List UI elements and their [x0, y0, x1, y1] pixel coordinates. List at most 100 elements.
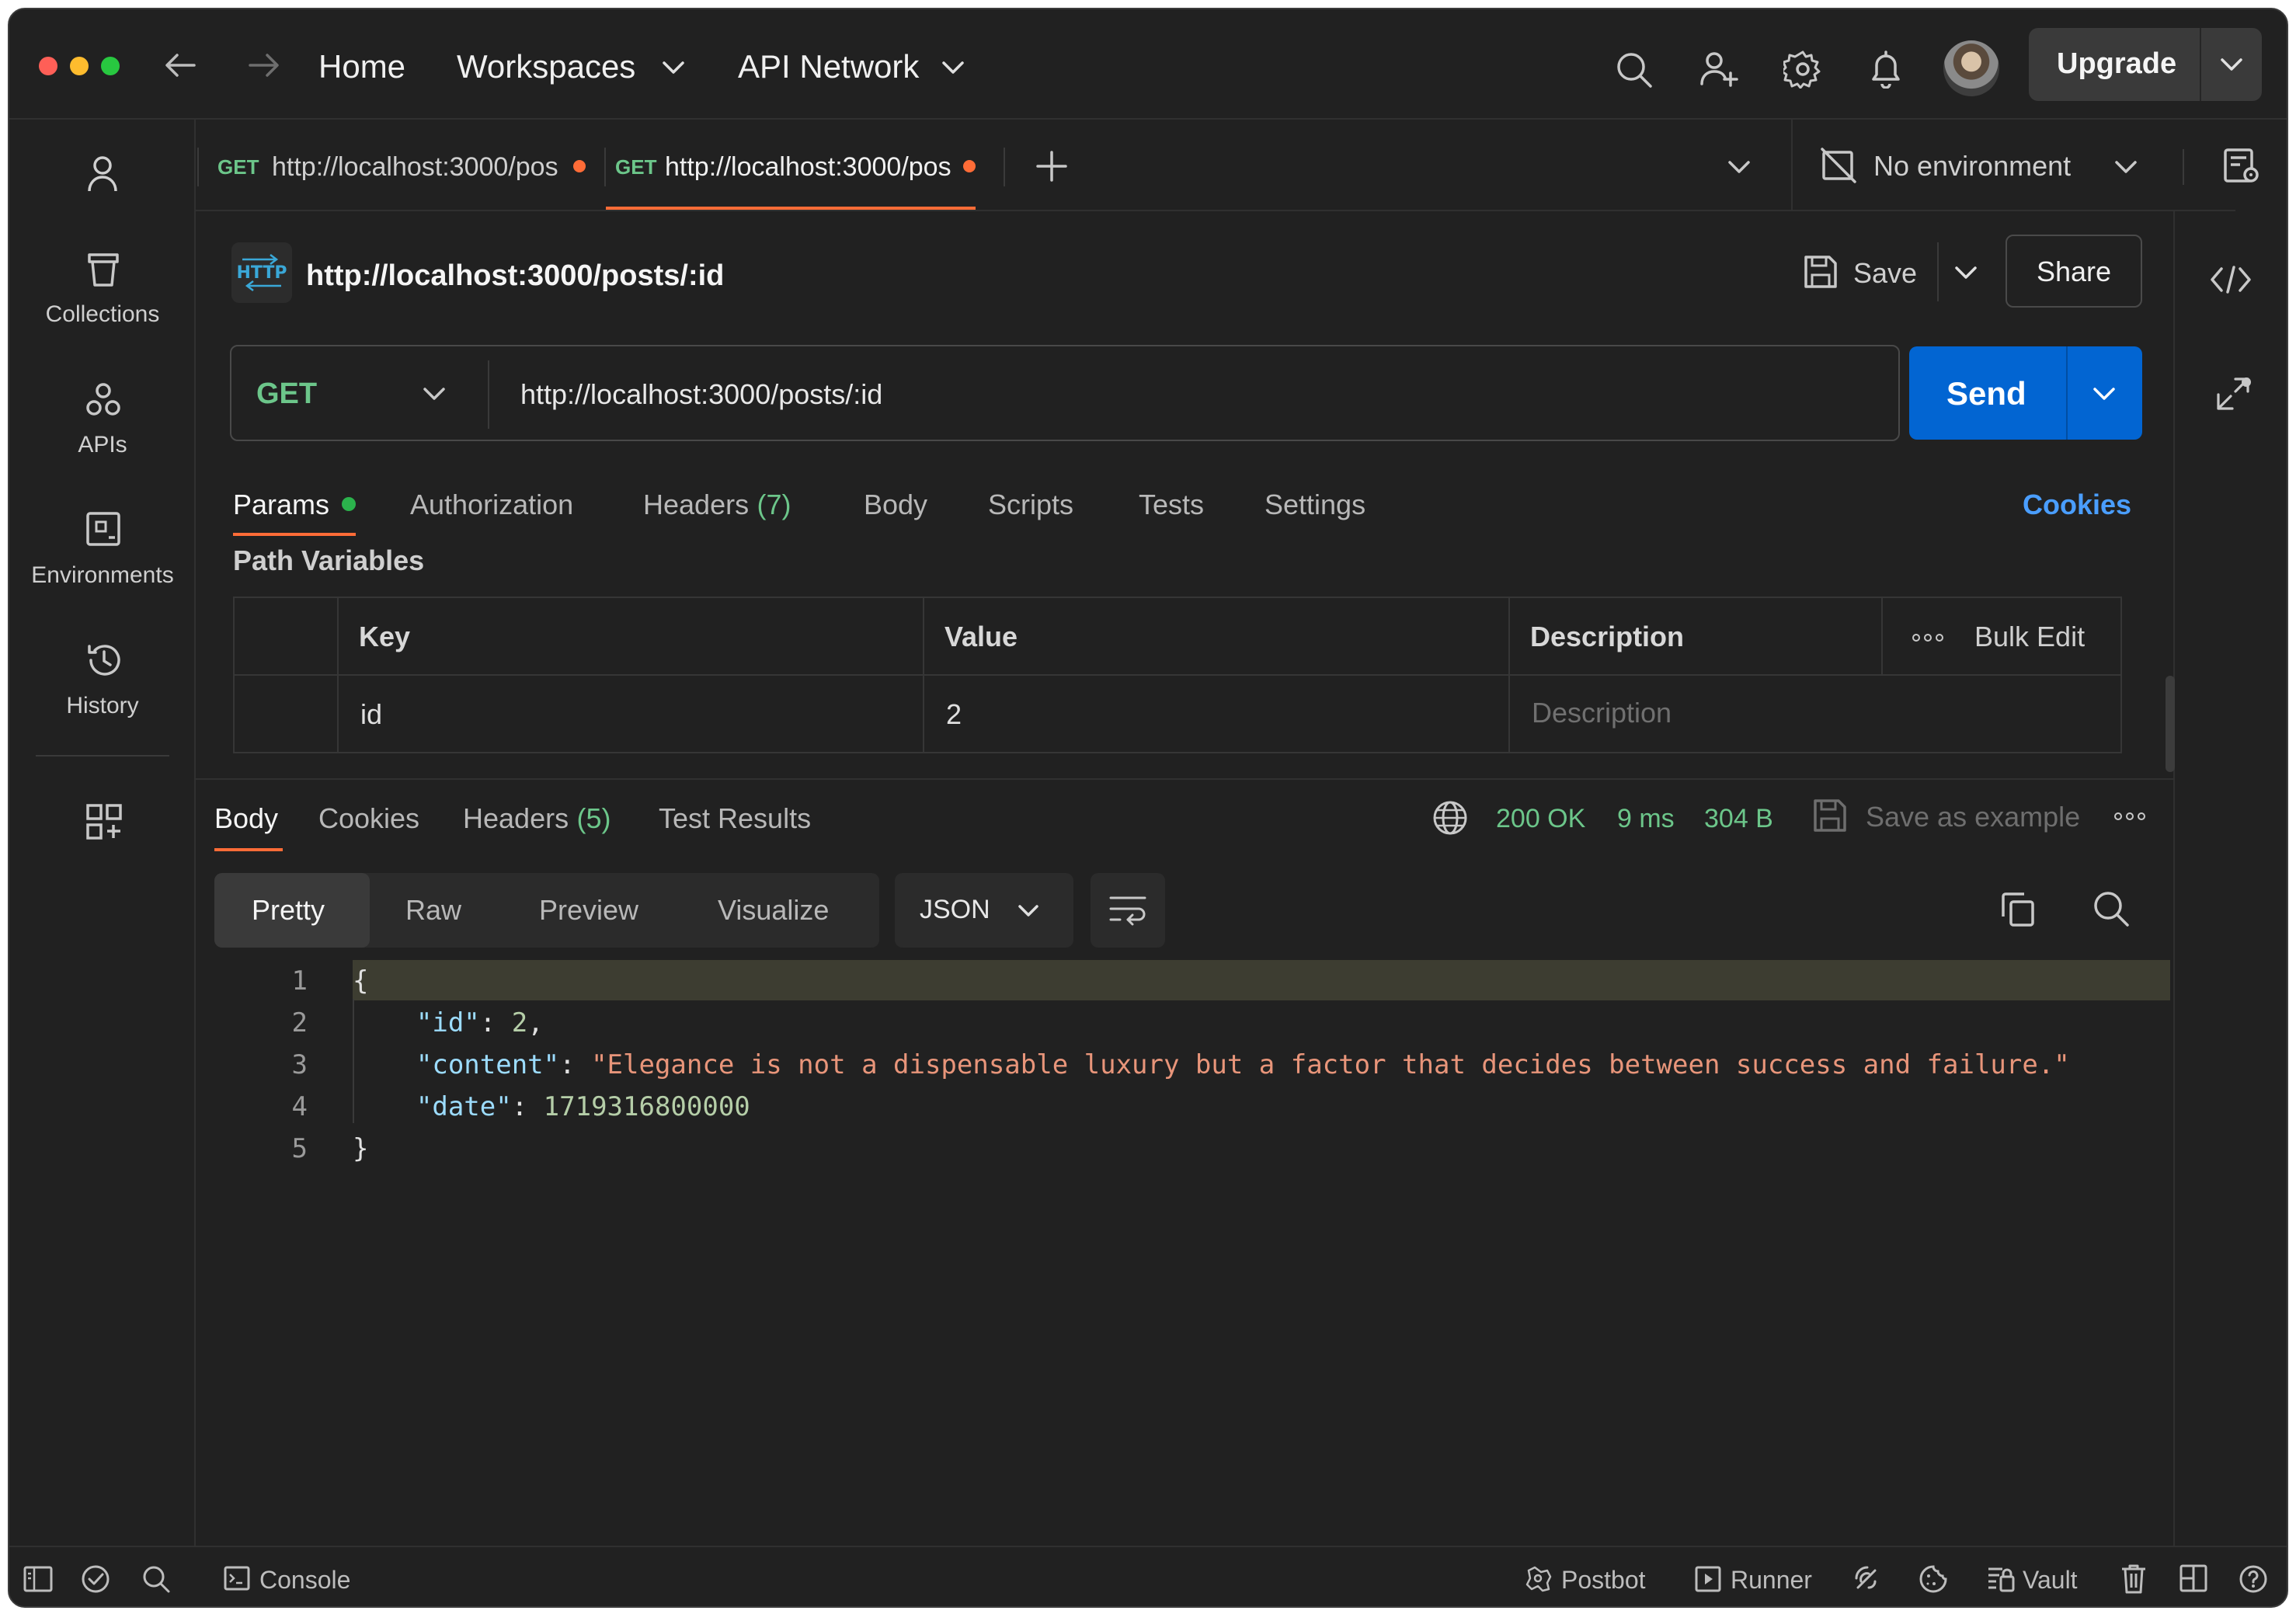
environment-quick-look-icon[interactable] — [2223, 148, 2260, 185]
invite-user-icon[interactable] — [1699, 50, 1738, 89]
tab-params[interactable]: Params — [233, 491, 329, 519]
search-icon[interactable] — [2092, 890, 2130, 927]
code-icon[interactable] — [2211, 266, 2251, 294]
response-tab-body[interactable]: Body — [214, 805, 278, 833]
apis-icon[interactable] — [85, 382, 121, 418]
line-number: 2 — [291, 1007, 308, 1038]
cookie-icon[interactable] — [1919, 1564, 1948, 1594]
console-button[interactable]: Console — [213, 1547, 368, 1606]
environments-icon[interactable] — [85, 511, 121, 548]
minimize-window-button[interactable] — [70, 57, 89, 75]
path-variable-value[interactable]: 2 — [946, 701, 962, 729]
chevron-down-icon[interactable] — [2092, 387, 2116, 401]
sidebar-item-history[interactable]: History — [9, 694, 196, 718]
bulk-edit-button[interactable]: Bulk Edit — [1974, 623, 2085, 651]
response-status[interactable]: 200 OK — [1496, 805, 1585, 832]
tab-authorization[interactable]: Authorization — [410, 491, 573, 519]
layout-icon[interactable] — [2179, 1564, 2207, 1592]
tab-scripts[interactable]: Scripts — [988, 491, 1073, 519]
related-collections-icon[interactable] — [2214, 374, 2253, 413]
response-time[interactable]: 9 ms — [1617, 805, 1675, 832]
chevron-down-icon[interactable] — [662, 61, 685, 75]
gear-icon[interactable] — [1783, 50, 1822, 89]
request-tab-2-active[interactable]: GET http://localhost:3000/posts/:id — [606, 120, 988, 210]
tab-headers-label: Headers — [643, 489, 750, 520]
response-tab-cookies[interactable]: Cookies — [318, 805, 419, 833]
bell-icon[interactable] — [1869, 50, 1903, 89]
maximize-window-button[interactable] — [101, 57, 120, 75]
nav-home[interactable]: Home — [318, 50, 405, 83]
nav-api-network[interactable]: API Network — [738, 50, 919, 83]
copy-icon[interactable] — [2001, 892, 2035, 927]
environment-separator — [1791, 120, 1793, 210]
capture-requests-icon[interactable] — [1852, 1564, 1881, 1594]
globe-icon[interactable] — [1432, 800, 1468, 836]
cookies-link[interactable]: Cookies — [2023, 491, 2131, 519]
request-tab-1[interactable]: GET http://localhost:3000/posts/:id — [204, 120, 595, 210]
tab-headers[interactable]: Headers (7) — [643, 491, 791, 519]
response-body-viewer[interactable]: 1 2 3 4 5 { "id": 2, "content": "Eleganc… — [214, 958, 2172, 1549]
method-select[interactable]: GET — [231, 346, 488, 440]
more-options-icon[interactable] — [1912, 634, 1943, 642]
path-variable-key[interactable]: id — [360, 701, 382, 729]
tab-method: GET — [615, 155, 657, 179]
tab-settings[interactable]: Settings — [1265, 491, 1365, 519]
view-mode-visualize[interactable]: Visualize — [718, 896, 829, 924]
forward-arrow-icon[interactable] — [249, 53, 280, 78]
search-icon[interactable] — [141, 1564, 171, 1594]
save-button[interactable]: Save — [1796, 242, 1943, 301]
trash-icon[interactable] — [2120, 1564, 2147, 1594]
environment-selector[interactable]: No environment — [1796, 120, 2200, 210]
wrap-lines-button[interactable] — [1091, 873, 1165, 948]
response-tab-test-results[interactable]: Test Results — [659, 805, 811, 833]
share-button[interactable]: Share — [2006, 235, 2142, 308]
runner-button[interactable]: Runner — [1687, 1547, 1819, 1606]
chevron-down-icon[interactable] — [1727, 160, 1751, 174]
save-as-example-button[interactable]: Save as example — [1866, 803, 2080, 831]
back-arrow-icon[interactable] — [165, 53, 196, 78]
chevron-down-icon[interactable] — [1954, 266, 1978, 280]
more-options-icon[interactable] — [2114, 812, 2145, 820]
postbot-button[interactable]: Postbot — [1516, 1547, 1664, 1606]
toggle-sidebar-icon[interactable] — [23, 1566, 53, 1592]
url-input[interactable]: http://localhost:3000/posts/:id — [520, 381, 882, 409]
check-circle-icon[interactable] — [81, 1564, 110, 1594]
history-icon[interactable] — [85, 642, 123, 679]
vault-label: Vault — [2023, 1566, 2078, 1594]
path-variable-description[interactable]: Description — [1532, 699, 1672, 727]
search-icon[interactable] — [1616, 51, 1653, 89]
sidebar-item-collections[interactable]: Collections — [9, 303, 196, 326]
sidebar-item-apis[interactable]: APIs — [9, 433, 196, 457]
upgrade-button[interactable]: Upgrade — [2029, 28, 2262, 101]
tab-tests[interactable]: Tests — [1139, 491, 1204, 519]
close-window-button[interactable] — [39, 57, 57, 75]
avatar[interactable] — [1943, 40, 1999, 96]
line-number: 3 — [291, 1049, 308, 1080]
tab-separator — [197, 148, 199, 186]
send-button[interactable]: Send — [1909, 346, 2142, 440]
chevron-down-icon[interactable] — [941, 61, 965, 75]
plus-icon[interactable] — [1036, 151, 1067, 182]
tab-body[interactable]: Body — [864, 491, 927, 519]
request-response-splitter[interactable] — [196, 778, 2173, 780]
response-tab-headers[interactable]: Headers (5) — [463, 805, 611, 833]
postbot-label: Postbot — [1561, 1566, 1646, 1594]
format-select[interactable]: JSON — [895, 873, 1073, 948]
user-icon[interactable] — [87, 155, 118, 193]
view-mode-preview[interactable]: Preview — [539, 896, 638, 924]
trash-collection-icon[interactable] — [87, 252, 120, 287]
tab-url: http://localhost:3000/posts/:id — [272, 154, 558, 180]
active-tab-indicator — [606, 207, 976, 210]
help-icon[interactable] — [2239, 1564, 2268, 1594]
view-mode-raw[interactable]: Raw — [405, 896, 461, 924]
params-scrollbar[interactable] — [2166, 676, 2175, 772]
chevron-down-icon[interactable] — [2220, 57, 2243, 71]
vault-button[interactable]: Vault — [1979, 1547, 2088, 1606]
json-key: "content" — [416, 1049, 560, 1080]
view-mode-pretty[interactable]: Pretty — [252, 896, 325, 924]
sidebar-item-environments[interactable]: Environments — [9, 564, 196, 587]
add-panel-icon[interactable] — [85, 803, 123, 840]
nav-workspaces[interactable]: Workspaces — [457, 50, 635, 83]
request-title[interactable]: http://localhost:3000/posts/:id — [306, 261, 724, 290]
response-size[interactable]: 304 B — [1704, 805, 1773, 832]
